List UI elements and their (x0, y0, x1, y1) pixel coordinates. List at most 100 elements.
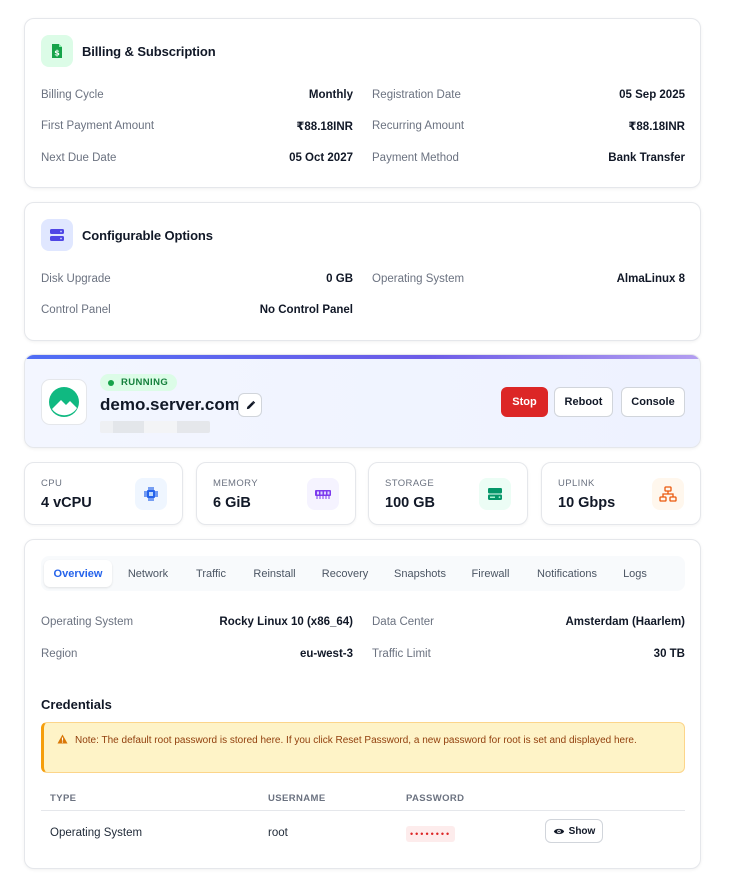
config-row: Operating System AlmaLinux 8 (372, 271, 685, 287)
note-text: Note: The default root password is store… (75, 735, 637, 746)
stat-label: UPLINK (558, 478, 595, 489)
show-label: Show (568, 825, 596, 837)
invoice-icon: $ (41, 35, 73, 67)
field-value: Rocky Linux 10 (x86_64) (219, 616, 353, 628)
svg-text:$: $ (54, 49, 60, 58)
field-value: 05 Sep 2025 (619, 89, 685, 101)
config-header: Configurable Options (41, 219, 213, 251)
stat-value: 6 GiB (213, 495, 251, 511)
rocky-linux-logo (41, 379, 87, 425)
tab-recovery[interactable]: Recovery (314, 560, 376, 587)
stat-card-uplink: UPLINK 10 Gbps (541, 462, 701, 525)
tab-network[interactable]: Network (118, 560, 178, 587)
warning-icon (57, 734, 68, 744)
tab-snapshots[interactable]: Snapshots (386, 560, 454, 587)
tab-firewall[interactable]: Firewall (462, 560, 519, 587)
status-badge: RUNNING (100, 374, 178, 391)
field-value: ₹88.18INR (296, 121, 353, 133)
billing-row: Next Due Date 05 Oct 2027 (41, 150, 353, 166)
credential-password-masked: •••••••• (406, 826, 456, 842)
billing-row: Payment Method Bank Transfer (372, 150, 685, 166)
status-text: RUNNING (121, 377, 169, 388)
tab-traffic[interactable]: Traffic (186, 560, 236, 587)
field-label: Billing Cycle (41, 89, 104, 101)
field-value: No Control Panel (259, 304, 353, 316)
field-value: 05 Oct 2027 (289, 152, 353, 164)
credential-username: root (268, 827, 288, 839)
overview-row: Data Center Amsterdam (Haarlem) (372, 614, 685, 630)
field-value: Monthly (308, 89, 353, 101)
stat-label: STORAGE (385, 478, 435, 489)
tab-bar: Overview Network Traffic Reinstall Recov… (41, 556, 685, 591)
field-label: Next Due Date (41, 152, 117, 164)
billing-row: Billing Cycle Monthly (41, 87, 353, 103)
field-label: Region (41, 648, 78, 660)
overview-row: Operating System Rocky Linux 10 (x86_64) (41, 614, 353, 630)
stat-label: MEMORY (213, 478, 258, 489)
field-value: 0 GB (326, 273, 353, 285)
config-title: Configurable Options (82, 227, 213, 243)
billing-title: Billing & Subscription (82, 43, 216, 59)
stat-label: CPU (41, 478, 63, 489)
stat-value: 100 GB (385, 495, 435, 511)
field-label: Control Panel (41, 304, 111, 316)
field-label: First Payment Amount (41, 120, 155, 132)
server-card: RUNNING demo.server.com Stop Reboot Cons… (24, 354, 701, 448)
ip-address-redacted (100, 421, 210, 433)
pencil-icon (246, 400, 255, 409)
tab-overview[interactable]: Overview (44, 560, 112, 587)
field-label: Traffic Limit (372, 648, 431, 660)
memory-icon (307, 478, 339, 510)
field-label: Recurring Amount (372, 120, 465, 132)
column-header-password: PASSWORD (406, 793, 465, 804)
credential-type: Operating System (50, 827, 143, 839)
field-value: Amsterdam (Haarlem) (565, 616, 685, 628)
stat-value: 10 Gbps (558, 495, 616, 511)
field-label: Operating System (372, 273, 465, 285)
stat-card-storage: STORAGE 100 GB (368, 462, 528, 525)
overview-row: Traffic Limit 30 TB (372, 646, 685, 662)
config-row: Disk Upgrade 0 GB (41, 271, 353, 287)
field-value: Bank Transfer (608, 152, 685, 164)
password-note: Note: The default root password is store… (41, 722, 685, 773)
edit-hostname-button[interactable] (238, 393, 262, 417)
console-button[interactable]: Console (621, 387, 685, 417)
server-hostname: demo.server.com (100, 395, 240, 414)
show-password-button[interactable]: Show (545, 819, 603, 843)
cpu-icon (135, 478, 167, 510)
table-divider (41, 810, 685, 811)
reboot-button[interactable]: Reboot (554, 387, 613, 417)
field-label: Registration Date (372, 89, 461, 101)
overview-row: Region eu-west-3 (41, 646, 353, 662)
field-label: Payment Method (372, 152, 459, 164)
config-card: Configurable Options Disk Upgrade 0 GB Op… (24, 202, 701, 341)
storage-icon (479, 478, 511, 510)
eye-icon (553, 828, 564, 834)
stop-button[interactable]: Stop (501, 387, 548, 417)
credentials-title: Credentials (41, 697, 112, 712)
network-icon (652, 478, 684, 510)
accent-bar (25, 355, 700, 359)
field-value: AlmaLinux 8 (616, 273, 685, 285)
billing-row: Registration Date 05 Sep 2025 (372, 87, 685, 103)
stat-card-cpu: CPU 4 vCPU (24, 462, 183, 525)
field-label: Operating System (41, 616, 134, 628)
billing-row: First Payment Amount ₹88.18INR (41, 118, 353, 134)
column-header-username: USERNAME (268, 793, 326, 804)
field-label: Data Center (372, 616, 435, 628)
billing-card: $ Billing & Subscription Billing Cycle Mo… (24, 18, 701, 188)
tab-reinstall[interactable]: Reinstall (243, 560, 306, 587)
billing-row: Recurring Amount ₹88.18INR (372, 118, 685, 134)
column-header-type: TYPE (50, 793, 77, 804)
field-label: Disk Upgrade (41, 273, 111, 285)
server-config-icon (41, 219, 73, 251)
tab-logs[interactable]: Logs (615, 560, 655, 587)
field-value: 30 TB (653, 648, 685, 660)
billing-header: $ Billing & Subscription (41, 35, 216, 67)
field-value: eu-west-3 (299, 648, 353, 660)
stat-value: 4 vCPU (41, 495, 92, 511)
tab-notifications[interactable]: Notifications (527, 560, 607, 587)
field-value: ₹88.18INR (628, 121, 685, 133)
stat-card-memory: MEMORY 6 GiB (196, 462, 356, 525)
server-details-panel: Overview Network Traffic Reinstall Recov… (24, 539, 701, 869)
